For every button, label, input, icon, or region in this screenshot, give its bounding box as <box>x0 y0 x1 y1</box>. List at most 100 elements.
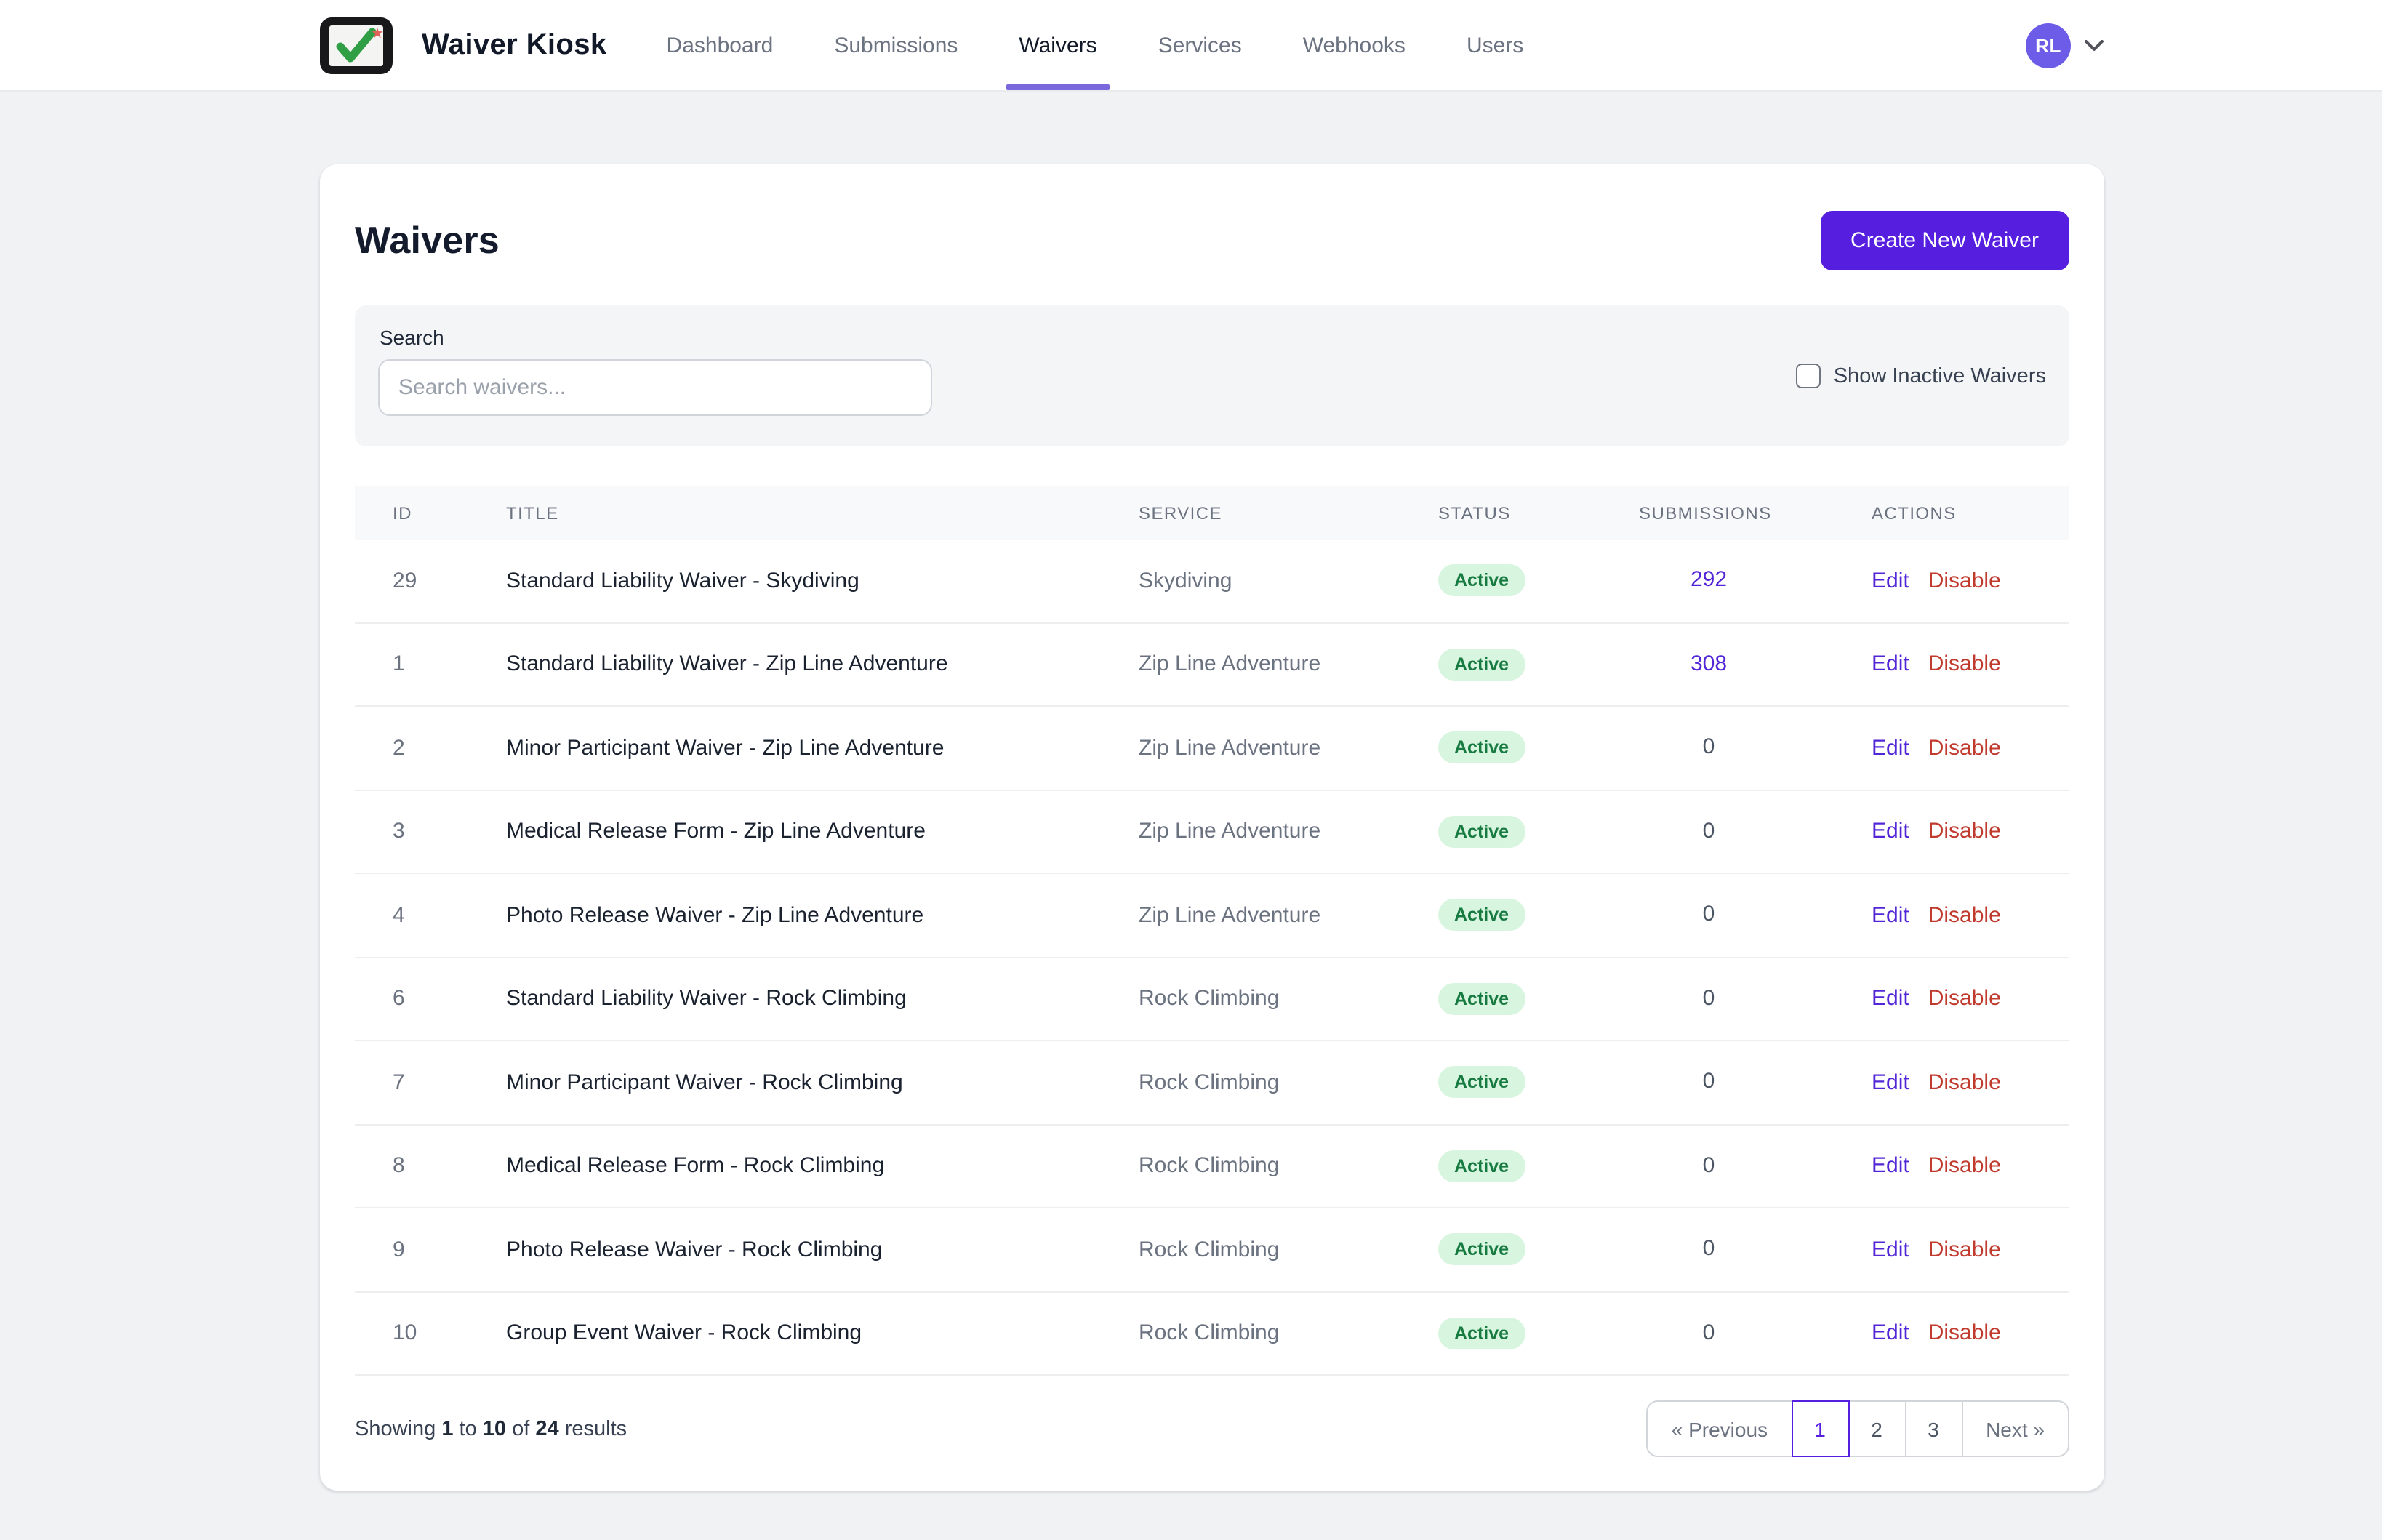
chevron-down-icon <box>2084 39 2104 52</box>
cell-service: Zip Line Adventure <box>1139 819 1438 844</box>
submissions-count: 0 <box>1639 1237 1779 1262</box>
page-title: Waivers <box>355 218 500 263</box>
disable-link[interactable]: Disable <box>1928 736 2001 761</box>
search-input[interactable] <box>378 359 932 416</box>
cell-actions: Edit Disable <box>1872 1154 2069 1179</box>
cell-title: Standard Liability Waiver - Zip Line Adv… <box>506 652 1139 677</box>
pagination-next-button[interactable]: Next » <box>1961 1400 2069 1457</box>
edit-link[interactable]: Edit <box>1872 903 1909 928</box>
edit-link[interactable]: Edit <box>1872 819 1909 844</box>
cell-title: Photo Release Waiver - Zip Line Adventur… <box>506 903 1139 928</box>
cell-actions: Edit Disable <box>1872 819 2069 844</box>
app-viewport: ★ Waiver Kiosk Dashboard Submissions Waive… <box>0 0 2382 1540</box>
pagination: « Previous123Next » <box>1647 1400 2069 1457</box>
submissions-count: 0 <box>1639 902 1779 927</box>
column-header-actions: ACTIONS <box>1872 502 2069 523</box>
results-summary: Showing 1 to 10 of 24 results <box>355 1417 627 1440</box>
column-header-status: STATUS <box>1438 502 1639 523</box>
waivers-card: Waivers Create New Waiver Search Show In… <box>320 164 2104 1491</box>
cell-actions: Edit Disable <box>1872 903 2069 928</box>
nav-item-services[interactable]: Services <box>1158 0 1242 90</box>
cell-submissions: 0 <box>1639 735 1872 761</box>
edit-link[interactable]: Edit <box>1872 1321 1909 1346</box>
cell-title: Medical Release Form - Rock Climbing <box>506 1154 1139 1179</box>
submissions-count[interactable]: 308 <box>1639 651 1779 676</box>
cell-actions: Edit Disable <box>1872 987 2069 1011</box>
cell-status: Active <box>1438 816 1639 848</box>
nav-item-users[interactable]: Users <box>1467 0 1523 90</box>
cell-title: Minor Participant Waiver - Rock Climbing <box>506 1070 1139 1095</box>
status-badge: Active <box>1438 732 1525 764</box>
submissions-count: 0 <box>1639 1153 1779 1178</box>
table-row: 10 Group Event Waiver - Rock Climbing Ro… <box>355 1292 2069 1376</box>
nav-item-dashboard[interactable]: Dashboard <box>667 0 774 90</box>
brand-link[interactable]: ★ Waiver Kiosk <box>318 0 607 90</box>
cell-service: Skydiving <box>1139 569 1438 593</box>
disable-link[interactable]: Disable <box>1928 1238 2001 1262</box>
cell-submissions: 0 <box>1639 1070 1872 1096</box>
cell-service: Rock Climbing <box>1139 987 1438 1011</box>
status-badge: Active <box>1438 983 1525 1015</box>
create-new-waiver-button[interactable]: Create New Waiver <box>1820 211 2069 270</box>
cell-id: 3 <box>355 819 506 844</box>
status-badge: Active <box>1438 649 1525 681</box>
table-body: 29 Standard Liability Waiver - Skydiving… <box>355 540 2069 1376</box>
disable-link[interactable]: Disable <box>1928 903 2001 928</box>
disable-link[interactable]: Disable <box>1928 1321 2001 1346</box>
cell-status: Active <box>1438 1067 1639 1099</box>
nav-item-submissions[interactable]: Submissions <box>834 0 958 90</box>
show-inactive-toggle[interactable]: Show Inactive Waivers <box>1796 364 2046 388</box>
cell-service: Rock Climbing <box>1139 1070 1438 1095</box>
summary-to: 10 <box>483 1417 506 1440</box>
cell-status: Active <box>1438 732 1639 764</box>
cell-id: 2 <box>355 736 506 761</box>
edit-link[interactable]: Edit <box>1872 569 1909 593</box>
column-header-id: ID <box>355 502 506 523</box>
disable-link[interactable]: Disable <box>1928 1154 2001 1179</box>
pagination-page-1[interactable]: 1 <box>1791 1400 1849 1457</box>
nav-item-webhooks[interactable]: Webhooks <box>1303 0 1405 90</box>
edit-link[interactable]: Edit <box>1872 987 1909 1011</box>
nav-item-waivers[interactable]: Waivers <box>1019 0 1096 90</box>
edit-link[interactable]: Edit <box>1872 736 1909 761</box>
submissions-count: 0 <box>1639 735 1779 760</box>
avatar[interactable]: RL <box>2026 23 2071 68</box>
cell-service: Zip Line Adventure <box>1139 652 1438 677</box>
edit-link[interactable]: Edit <box>1872 1070 1909 1095</box>
status-badge: Active <box>1438 899 1525 931</box>
cell-actions: Edit Disable <box>1872 1070 2069 1095</box>
disable-link[interactable]: Disable <box>1928 652 2001 677</box>
pagination-page-2[interactable]: 2 <box>1848 1400 1906 1457</box>
cell-status: Active <box>1438 1150 1639 1182</box>
cell-status: Active <box>1438 899 1639 931</box>
disable-link[interactable]: Disable <box>1928 987 2001 1011</box>
disable-link[interactable]: Disable <box>1928 1070 2001 1095</box>
edit-link[interactable]: Edit <box>1872 652 1909 677</box>
cell-status: Active <box>1438 565 1639 597</box>
cell-title: Medical Release Form - Zip Line Adventur… <box>506 819 1139 844</box>
cell-title: Standard Liability Waiver - Rock Climbin… <box>506 987 1139 1011</box>
edit-link[interactable]: Edit <box>1872 1154 1909 1179</box>
disable-link[interactable]: Disable <box>1928 569 2001 593</box>
search-label: Search <box>380 326 932 349</box>
user-menu[interactable]: RL <box>2026 23 2104 68</box>
cell-status: Active <box>1438 1318 1639 1349</box>
pagination-page-3[interactable]: 3 <box>1904 1400 1962 1457</box>
show-inactive-checkbox[interactable] <box>1796 364 1821 388</box>
table-row: 8 Medical Release Form - Rock Climbing R… <box>355 1125 2069 1208</box>
cell-id: 7 <box>355 1070 506 1095</box>
table-row: 3 Medical Release Form - Zip Line Advent… <box>355 790 2069 874</box>
cell-actions: Edit Disable <box>1872 1321 2069 1346</box>
edit-link[interactable]: Edit <box>1872 1238 1909 1262</box>
table-header-row: IDTITLESERVICESTATUSSUBMISSIONSACTIONS <box>355 486 2069 540</box>
summary-total: 24 <box>535 1417 558 1440</box>
cell-service: Zip Line Adventure <box>1139 903 1438 928</box>
app-logo-icon: ★ <box>318 15 394 75</box>
disable-link[interactable]: Disable <box>1928 819 2001 844</box>
cell-id: 29 <box>355 569 506 593</box>
cell-title: Photo Release Waiver - Rock Climbing <box>506 1238 1139 1262</box>
cell-title: Minor Participant Waiver - Zip Line Adve… <box>506 736 1139 761</box>
cell-submissions: 0 <box>1639 1237 1872 1263</box>
submissions-count[interactable]: 292 <box>1639 568 1779 593</box>
pagination-previous-button[interactable]: « Previous <box>1647 1400 1792 1457</box>
